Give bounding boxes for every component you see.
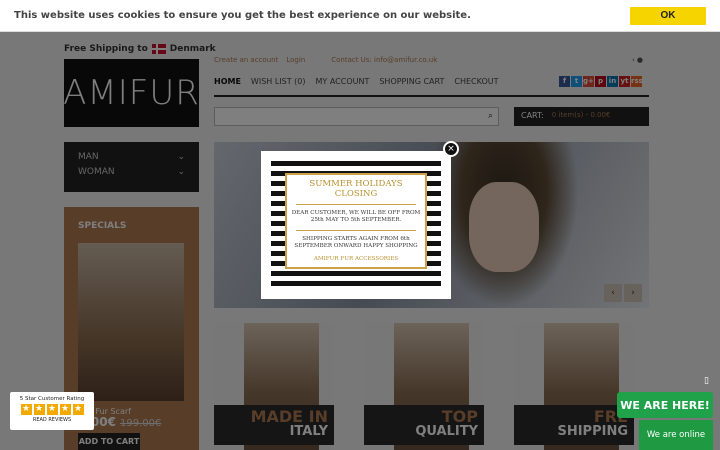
divider: [296, 229, 416, 231]
cookie-text: This website uses cookies to ensure you …: [14, 10, 471, 21]
rating-stars: ★ ★ ★ ★ ★: [10, 404, 94, 415]
chat-online-button[interactable]: We are online: [639, 420, 713, 450]
notice-card: SUMMER HOLIDAYS CLOSING DEAR CUSTOMER, W…: [285, 173, 427, 269]
notice-text-1: DEAR CUSTOMER, WE WILL BE OFF FROM 25th …: [291, 210, 421, 224]
notice-title: SUMMER HOLIDAYS CLOSING: [309, 179, 403, 199]
star-icon: ★: [46, 404, 58, 415]
chat-menu-icon[interactable]: ▯: [704, 376, 709, 386]
star-icon: ★: [20, 404, 32, 415]
notice-text-2: SHIPPING STARTS AGAIN FROM 6th SEPTEMBER…: [294, 235, 418, 249]
star-icon: ★: [59, 404, 71, 415]
close-icon[interactable]: ×: [443, 141, 459, 157]
customer-rating-badge[interactable]: 5 Star Customer Rating ★ ★ ★ ★ ★ READ REVIEW…: [10, 392, 94, 430]
read-reviews-link[interactable]: READ REVIEWS: [10, 417, 94, 423]
cookie-ok-button[interactable]: OK: [630, 6, 706, 25]
cookie-banner: This website uses cookies to ensure you …: [0, 0, 720, 32]
star-icon: ★: [33, 404, 45, 415]
rating-title: 5 Star Customer Rating: [19, 396, 85, 402]
divider: [296, 204, 416, 205]
notice-brand: AMIFUR FUR ACCESSORIES: [313, 256, 399, 263]
star-icon: ★: [72, 404, 84, 415]
chat-we-are-here[interactable]: WE ARE HERE!: [617, 392, 713, 418]
holiday-notice-modal: SUMMER HOLIDAYS CLOSING DEAR CUSTOMER, W…: [261, 151, 451, 299]
